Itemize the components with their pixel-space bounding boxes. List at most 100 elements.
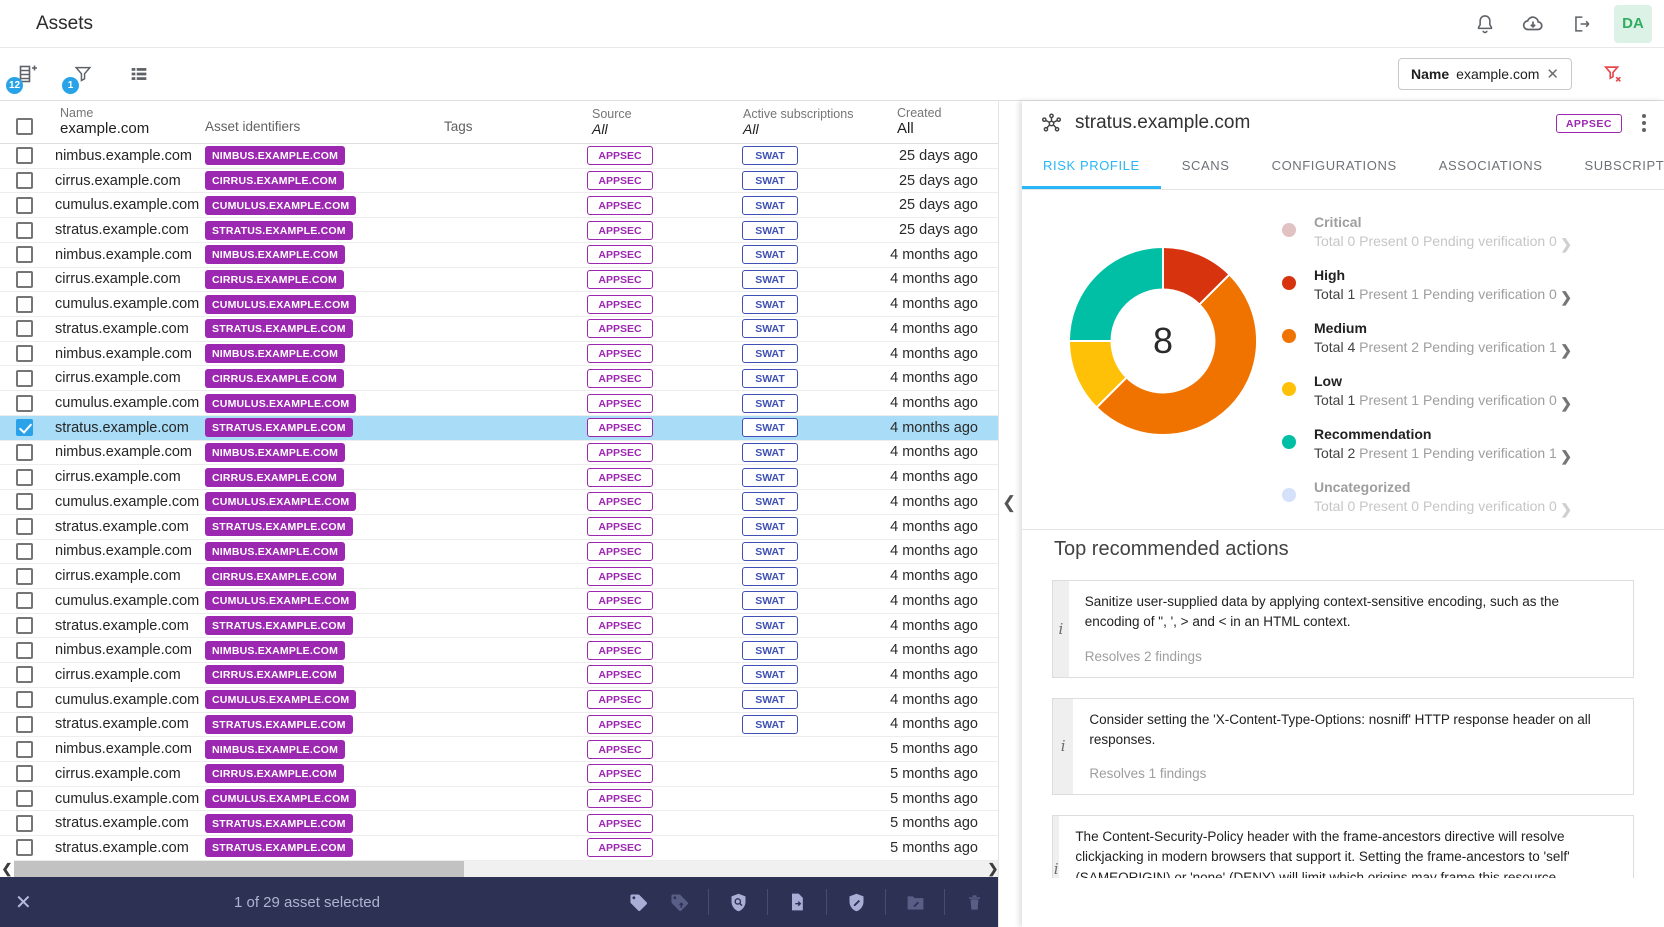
scrollbar-thumb[interactable] — [14, 861, 464, 877]
table-row[interactable]: cumulus.example.comCUMULUS.EXAMPLE.COMAP… — [0, 688, 998, 713]
column-header-tags[interactable]: Tags — [425, 119, 555, 137]
table-row[interactable]: cirrus.example.comCIRRUS.EXAMPLE.COMAPPS… — [0, 465, 998, 490]
column-header-subscriptions[interactable]: Active subscriptions — [743, 107, 855, 121]
row-checkbox[interactable] — [16, 592, 33, 609]
legend-item-low[interactable]: LowTotal 1 Present 1 Pending verificatio… — [1282, 373, 1572, 411]
table-row[interactable]: stratus.example.comSTRATUS.EXAMPLE.COMAP… — [0, 317, 998, 342]
scroll-left-icon[interactable]: ❮ — [0, 860, 14, 877]
collapse-panel-icon[interactable]: ❮ — [1002, 493, 1016, 513]
legend-item-medium[interactable]: MediumTotal 4 Present 2 Pending verifica… — [1282, 320, 1572, 358]
row-checkbox[interactable] — [16, 642, 33, 659]
table-row[interactable]: stratus.example.comSTRATUS.EXAMPLE.COMAP… — [0, 713, 998, 738]
logout-icon[interactable] — [1566, 9, 1596, 39]
table-row[interactable]: cumulus.example.comCUMULUS.EXAMPLE.COMAP… — [0, 787, 998, 812]
manage-columns-button[interactable]: 12 — [10, 57, 44, 91]
row-checkbox[interactable] — [16, 839, 33, 856]
table-row[interactable]: cumulus.example.comCUMULUS.EXAMPLE.COMAP… — [0, 193, 998, 218]
legend-item-uncategorized[interactable]: UncategorizedTotal 0 Present 0 Pending v… — [1282, 479, 1572, 517]
row-checkbox[interactable] — [16, 370, 33, 387]
row-checkbox[interactable] — [16, 222, 33, 239]
view-list-button[interactable] — [122, 57, 156, 91]
row-checkbox[interactable] — [16, 568, 33, 585]
active-filter-chip[interactable]: Name example.com ✕ — [1398, 58, 1572, 90]
tab-risk-profile[interactable]: RISK PROFILE — [1022, 145, 1161, 189]
column-header-identifiers[interactable]: Asset identifiers — [200, 119, 425, 137]
table-row[interactable]: cirrus.example.comCIRRUS.EXAMPLE.COMAPPS… — [0, 762, 998, 787]
clear-all-filters-icon[interactable] — [1598, 59, 1628, 89]
row-checkbox[interactable] — [16, 395, 33, 412]
table-row[interactable]: nimbus.example.comNIMBUS.EXAMPLE.COMAPPS… — [0, 144, 998, 169]
clear-selection-icon[interactable]: ✕ — [15, 890, 39, 915]
row-checkbox[interactable] — [16, 666, 33, 683]
table-row[interactable]: stratus.example.comSTRATUS.EXAMPLE.COMAP… — [0, 614, 998, 639]
remove-filter-chip-icon[interactable]: ✕ — [1546, 67, 1559, 82]
notifications-bell-icon[interactable] — [1470, 9, 1500, 39]
row-checkbox[interactable] — [16, 493, 33, 510]
table-row[interactable]: nimbus.example.comNIMBUS.EXAMPLE.COMAPPS… — [0, 540, 998, 565]
row-checkbox[interactable] — [16, 172, 33, 189]
table-row[interactable]: cumulus.example.comCUMULUS.EXAMPLE.COMAP… — [0, 589, 998, 614]
table-row[interactable]: cumulus.example.comCUMULUS.EXAMPLE.COMAP… — [0, 292, 998, 317]
legend-item-high[interactable]: HighTotal 1 Present 1 Pending verificati… — [1282, 267, 1572, 305]
row-checkbox[interactable] — [16, 147, 33, 164]
table-row[interactable]: nimbus.example.comNIMBUS.EXAMPLE.COMAPPS… — [0, 342, 998, 367]
row-checkbox[interactable] — [16, 765, 33, 782]
row-checkbox[interactable] — [16, 296, 33, 313]
tab-associations[interactable]: ASSOCIATIONS — [1418, 145, 1564, 189]
table-row[interactable]: cirrus.example.comCIRRUS.EXAMPLE.COMAPPS… — [0, 366, 998, 391]
row-checkbox[interactable] — [16, 691, 33, 708]
row-checkbox[interactable] — [16, 246, 33, 263]
row-checkbox[interactable] — [16, 197, 33, 214]
panel-menu-icon[interactable] — [1638, 110, 1650, 136]
filter-button[interactable]: 1 — [66, 57, 100, 91]
table-row[interactable]: stratus.example.comSTRATUS.EXAMPLE.COMAP… — [0, 218, 998, 243]
row-checkbox[interactable] — [16, 271, 33, 288]
tab-subscriptions[interactable]: SUBSCRIPTIONS — [1564, 145, 1664, 189]
row-checkbox[interactable] — [16, 790, 33, 807]
delete-icon[interactable] — [962, 890, 986, 914]
row-checkbox[interactable] — [16, 320, 33, 337]
column-filter-created[interactable]: All — [897, 120, 998, 137]
table-row[interactable]: cirrus.example.comCIRRUS.EXAMPLE.COMAPPS… — [0, 169, 998, 194]
horizontal-scrollbar[interactable]: ❮ ❯ — [0, 861, 998, 877]
tab-scans[interactable]: SCANS — [1161, 145, 1251, 189]
row-checkbox[interactable] — [16, 543, 33, 560]
scan-asset-icon[interactable] — [726, 890, 750, 914]
row-checkbox[interactable] — [16, 815, 33, 832]
row-checkbox[interactable] — [16, 518, 33, 535]
avatar[interactable]: DA — [1614, 5, 1652, 43]
legend-item-recommendation[interactable]: RecommendationTotal 2 Present 1 Pending … — [1282, 426, 1572, 464]
tab-configurations[interactable]: CONFIGURATIONS — [1251, 145, 1418, 189]
table-row[interactable]: cumulus.example.comCUMULUS.EXAMPLE.COMAP… — [0, 391, 998, 416]
table-row[interactable]: stratus.example.comSTRATUS.EXAMPLE.COMAP… — [0, 515, 998, 540]
table-row[interactable]: nimbus.example.comNIMBUS.EXAMPLE.COMAPPS… — [0, 737, 998, 762]
table-row[interactable]: cirrus.example.comCIRRUS.EXAMPLE.COMAPPS… — [0, 564, 998, 589]
column-header-name[interactable]: Name — [60, 106, 200, 120]
table-row[interactable]: stratus.example.comSTRATUS.EXAMPLE.COMAP… — [0, 836, 998, 861]
column-filter-source[interactable]: All — [592, 121, 685, 137]
table-row[interactable]: cumulus.example.comCUMULUS.EXAMPLE.COMAP… — [0, 490, 998, 515]
row-checkbox[interactable] — [16, 469, 33, 486]
select-all-checkbox[interactable] — [16, 118, 33, 135]
table-row[interactable]: cirrus.example.comCIRRUS.EXAMPLE.COMAPPS… — [0, 663, 998, 688]
export-report-icon[interactable] — [785, 890, 809, 914]
row-checkbox[interactable] — [16, 741, 33, 758]
table-row[interactable]: cirrus.example.comCIRRUS.EXAMPLE.COMAPPS… — [0, 268, 998, 293]
legend-item-critical[interactable]: CriticalTotal 0 Present 0 Pending verifi… — [1282, 214, 1572, 252]
table-row[interactable]: nimbus.example.comNIMBUS.EXAMPLE.COMAPPS… — [0, 638, 998, 663]
column-header-source[interactable]: Source — [592, 107, 685, 121]
cloud-download-icon[interactable] — [1518, 9, 1548, 39]
column-header-created[interactable]: Created — [897, 106, 998, 120]
add-tag-icon[interactable] — [626, 890, 650, 914]
edit-group-icon[interactable] — [903, 890, 927, 914]
edit-policy-icon[interactable] — [844, 890, 868, 914]
column-filter-name[interactable]: example.com — [60, 120, 200, 137]
column-filter-subscriptions[interactable]: All — [743, 121, 855, 137]
row-checkbox[interactable] — [16, 617, 33, 634]
row-checkbox[interactable] — [16, 345, 33, 362]
table-row[interactable]: stratus.example.comSTRATUS.EXAMPLE.COMAP… — [0, 811, 998, 836]
table-row[interactable]: nimbus.example.comNIMBUS.EXAMPLE.COMAPPS… — [0, 243, 998, 268]
table-row[interactable]: stratus.example.comSTRATUS.EXAMPLE.COMAP… — [0, 416, 998, 441]
table-row[interactable]: nimbus.example.comNIMBUS.EXAMPLE.COMAPPS… — [0, 441, 998, 466]
row-checkbox[interactable] — [16, 716, 33, 733]
